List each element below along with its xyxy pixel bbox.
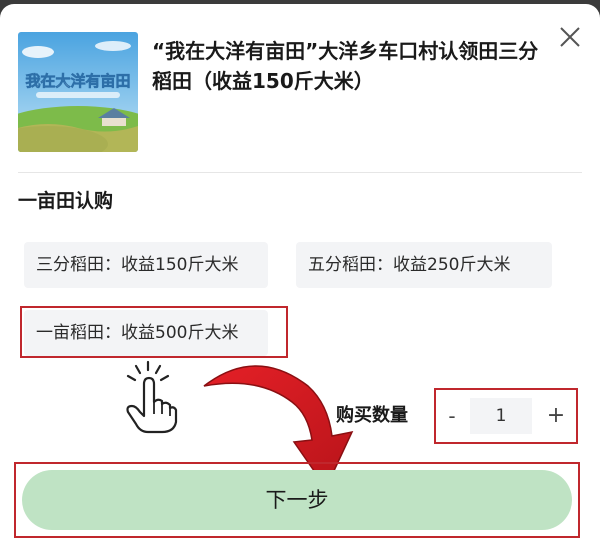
purchase-sheet: 我在大洋有亩田 “我在大洋有亩田”大洋乡车口村认领田三分稻田（收益150斤大米）… bbox=[0, 4, 600, 540]
product-thumbnail-image: 我在大洋有亩田 bbox=[18, 32, 138, 152]
product-thumbnail: 我在大洋有亩田 bbox=[18, 32, 138, 152]
next-button[interactable]: 下一步 bbox=[22, 470, 572, 530]
quantity-minus-button[interactable]: - bbox=[442, 402, 462, 430]
close-icon[interactable] bbox=[555, 22, 585, 52]
quantity-input[interactable] bbox=[470, 398, 532, 434]
quantity-stepper: - + bbox=[434, 388, 578, 444]
product-title: “我在大洋有亩田”大洋乡车口村认领田三分稻田（收益150斤大米） bbox=[152, 39, 539, 93]
option-chip-2[interactable]: 五分稻田：收益250斤大米 bbox=[296, 242, 552, 288]
option-chip-1[interactable]: 三分稻田：收益150斤大米 bbox=[24, 242, 268, 288]
next-button-highlight-frame: 下一步 bbox=[14, 462, 580, 538]
close-button[interactable] bbox=[555, 22, 585, 52]
section-title: 一亩田认购 bbox=[18, 190, 114, 212]
thumbnail-logo-text: 我在大洋有亩田 bbox=[25, 72, 130, 90]
quantity-label: 购买数量 bbox=[336, 405, 408, 426]
divider bbox=[18, 172, 582, 173]
quantity-plus-button[interactable]: + bbox=[544, 402, 568, 430]
pointer-hand-icon bbox=[118, 358, 182, 434]
